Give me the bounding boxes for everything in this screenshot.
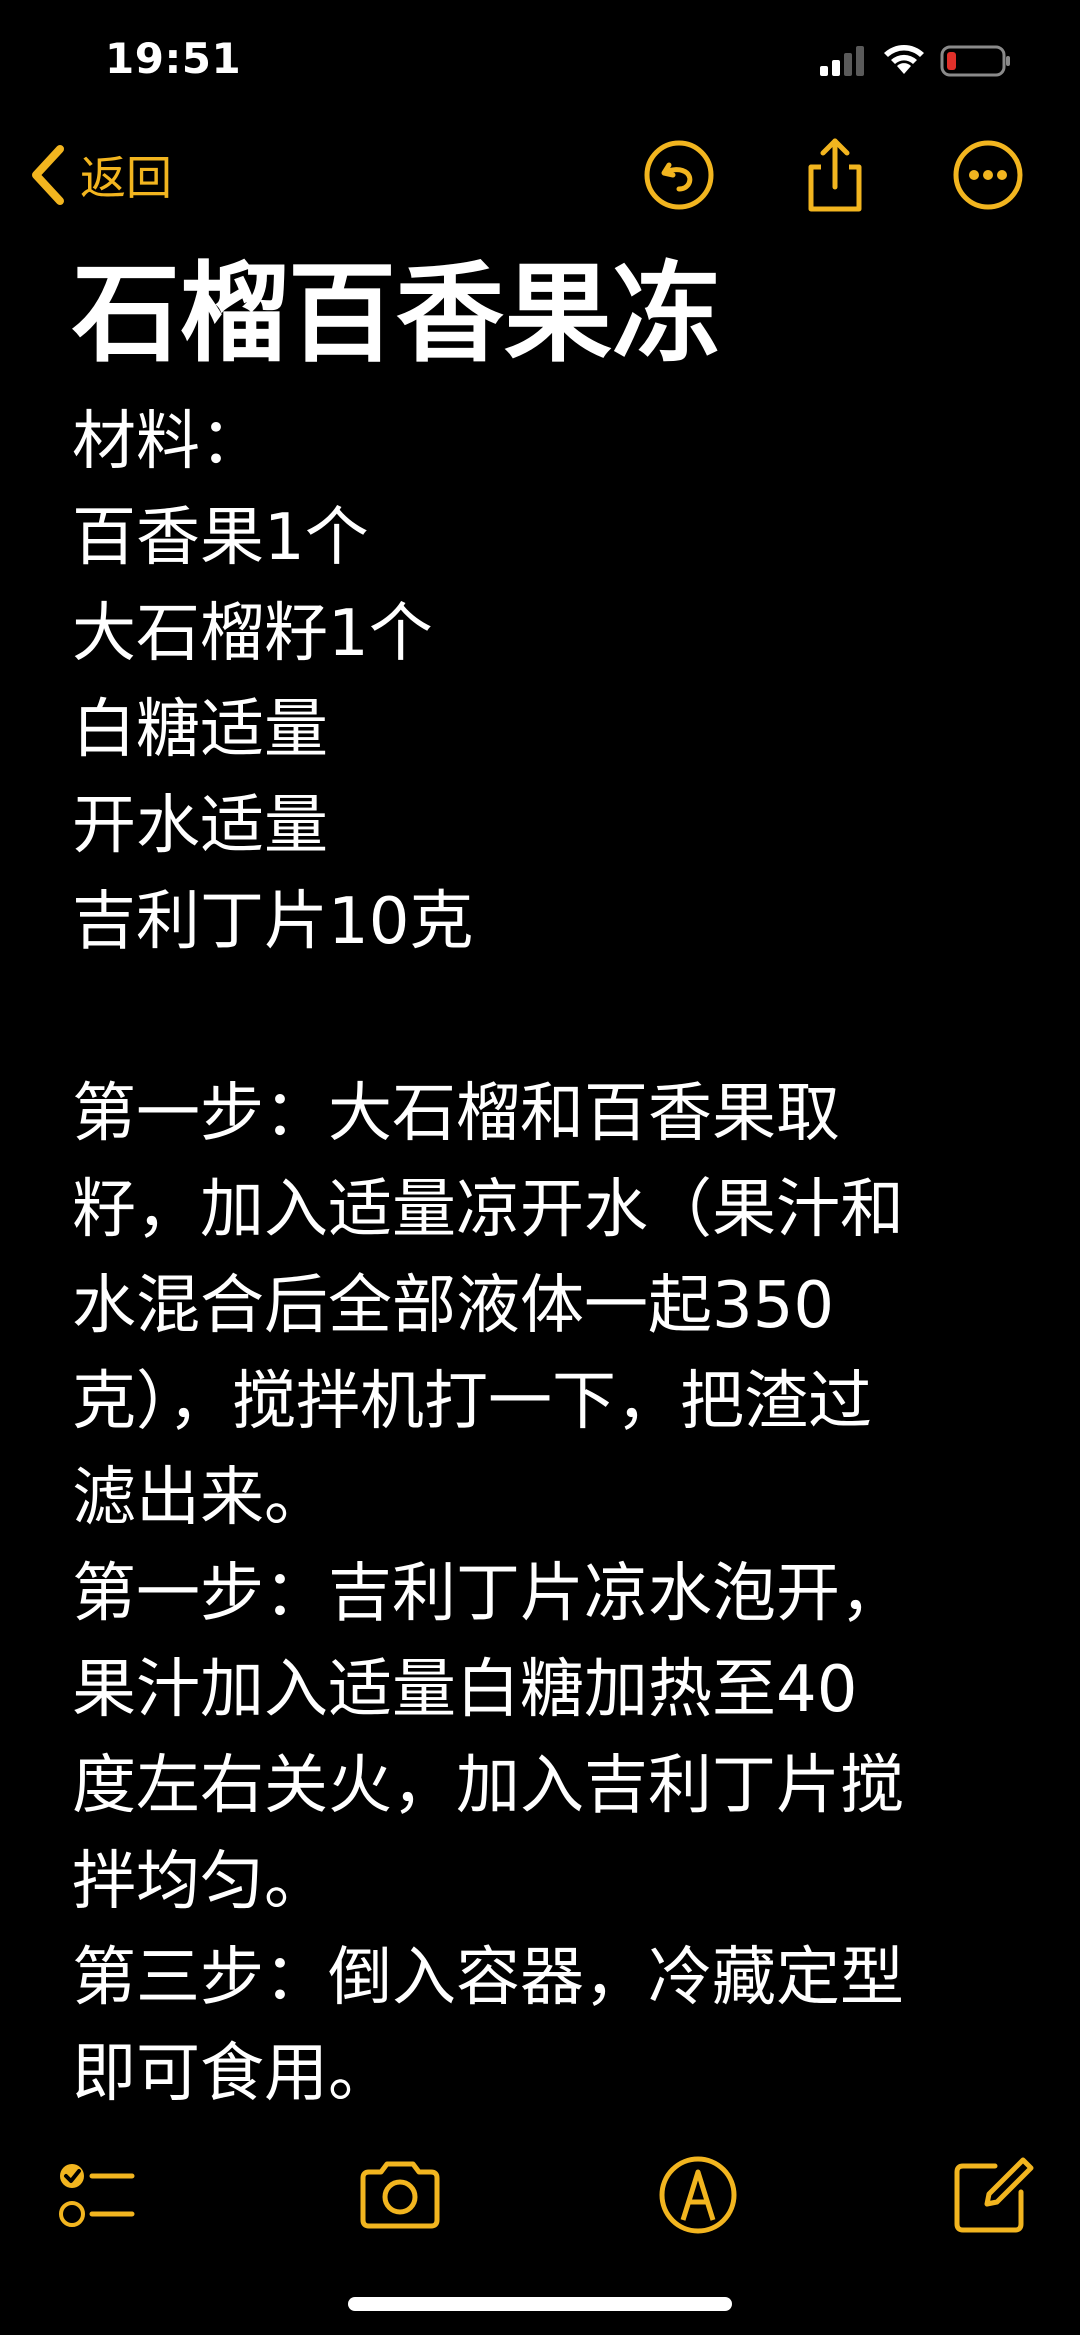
share-icon[interactable]: [795, 135, 875, 215]
note-line[interactable]: 白糖适量: [72, 682, 1032, 778]
battery-icon: [940, 45, 1010, 77]
note-line[interactable]: 大石榴籽1个: [72, 586, 1032, 682]
checklist-icon[interactable]: [48, 2150, 138, 2240]
note-line[interactable]: 籽，加入适量凉开水（果汁和: [72, 1162, 1032, 1258]
status-bar: 19:51: [0, 0, 1080, 120]
note-line[interactable]: 拌均匀。: [72, 1834, 1032, 1930]
bottom-toolbar: [0, 2140, 1080, 2250]
home-indicator[interactable]: [348, 2297, 732, 2311]
note-line[interactable]: 百香果1个: [72, 490, 1032, 586]
note-line[interactable]: 滤出来。: [72, 1450, 1032, 1546]
note-line[interactable]: 材料：: [72, 394, 1032, 490]
camera-icon[interactable]: [355, 2150, 445, 2240]
note-line[interactable]: 水混合后全部液体一起350: [72, 1258, 1032, 1354]
navigation-bar: 返回: [0, 125, 1080, 225]
chevron-left-icon: [32, 145, 64, 205]
wifi-icon: [884, 45, 924, 74]
note-line[interactable]: 吉利丁片10克: [72, 874, 1032, 970]
note-line[interactable]: 即可食用。: [72, 2026, 1032, 2122]
note-line[interactable]: 克），搅拌机打一下，把渣过: [72, 1354, 1032, 1450]
back-label: 返回: [80, 151, 172, 205]
more-icon[interactable]: [948, 135, 1028, 215]
back-button[interactable]: 返回: [28, 137, 172, 213]
note-title[interactable]: 石榴百香果冻: [72, 250, 1032, 380]
compose-icon[interactable]: [947, 2150, 1037, 2240]
status-time: 19:51: [105, 34, 242, 83]
note-body[interactable]: 石榴百香果冻 材料： 百香果1个 大石榴籽1个 白糖适量 开水适量 吉利丁片10…: [72, 250, 1032, 2122]
note-line[interactable]: 度左右关火，加入吉利丁片搅: [72, 1738, 1032, 1834]
note-line[interactable]: 果汁加入适量白糖加热至40: [72, 1642, 1032, 1738]
note-line[interactable]: 第三步：倒入容器，冷藏定型: [72, 1930, 1032, 2026]
markup-pen-icon[interactable]: [653, 2150, 743, 2240]
undo-icon[interactable]: [639, 135, 719, 215]
note-line[interactable]: 开水适量: [72, 778, 1032, 874]
cellular-signal-icon: [820, 46, 864, 76]
note-line[interactable]: 第一步：大石榴和百香果取: [72, 1066, 1032, 1162]
note-line[interactable]: 第一步：吉利丁片凉水泡开，: [72, 1546, 1032, 1642]
note-line[interactable]: [72, 970, 1032, 1066]
